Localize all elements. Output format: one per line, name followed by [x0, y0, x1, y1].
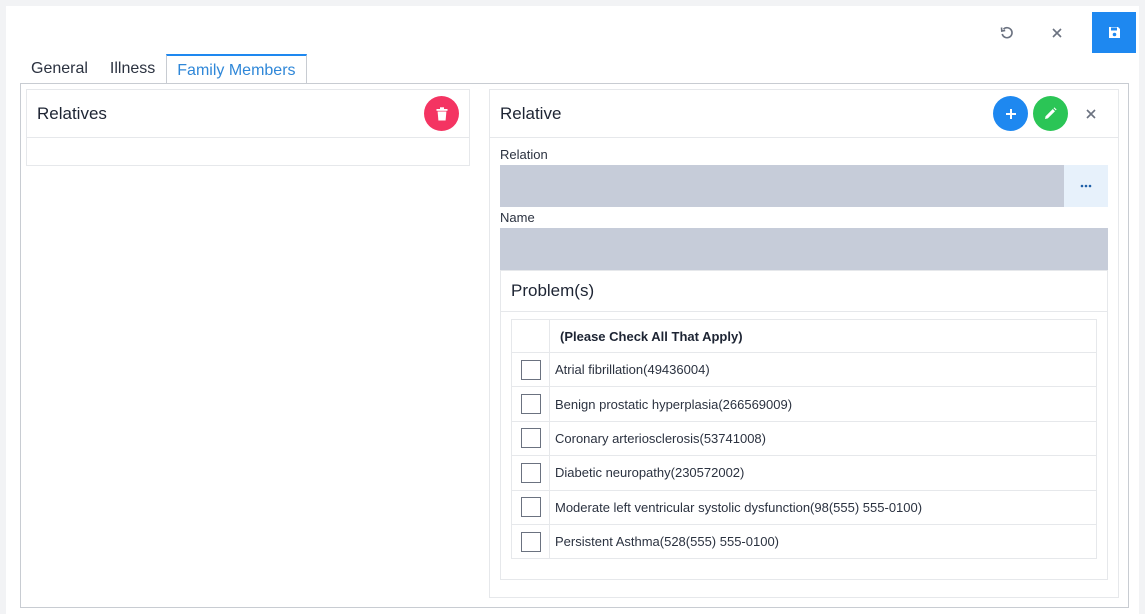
- problem-label: Benign prostatic hyperplasia(266569009): [549, 386, 1097, 422]
- trash-icon: [436, 106, 447, 120]
- problem-checkbox-diabetic-neuropathy[interactable]: [520, 462, 541, 483]
- undo-icon: [1000, 26, 1013, 39]
- name-input[interactable]: [500, 228, 1108, 270]
- close-relative-button[interactable]: [1073, 96, 1108, 131]
- relatives-title: Relatives: [27, 90, 469, 138]
- problems-panel: Problem(s) (Please Check All That Apply)…: [500, 270, 1108, 580]
- relatives-panel: Relatives: [26, 89, 470, 166]
- close-icon: [1085, 108, 1096, 119]
- undo-button[interactable]: [985, 12, 1029, 53]
- tab-general[interactable]: General: [20, 53, 99, 84]
- tab-family-members[interactable]: Family Members: [166, 54, 307, 85]
- problem-label: Persistent Asthma(528(555) 555-0100): [549, 523, 1097, 560]
- close-button[interactable]: [1035, 12, 1079, 53]
- checkbox-column-header: [511, 319, 550, 353]
- problem-label: Diabetic neuropathy(230572002): [549, 455, 1097, 491]
- problems-instruction: (Please Check All That Apply): [549, 319, 1097, 353]
- relation-input[interactable]: [500, 165, 1064, 207]
- plus-icon: [1005, 108, 1016, 119]
- problem-label: Atrial fibrillation(49436004): [549, 351, 1097, 388]
- tab-illness[interactable]: Illness: [99, 53, 166, 84]
- problem-label: Coronary arteriosclerosis(53741008): [549, 420, 1097, 457]
- problems-title: Problem(s): [501, 271, 1107, 312]
- form-window: General Illness Family Members Relatives…: [6, 6, 1139, 614]
- problems-table-header: (Please Check All That Apply): [511, 319, 1097, 353]
- problem-checkbox-atrial-fibrillation[interactable]: [520, 359, 541, 380]
- family-members-content: Relatives Relative Relation Name Problem…: [20, 83, 1129, 608]
- edit-relative-button[interactable]: [1033, 96, 1068, 131]
- problems-table: (Please Check All That Apply) Atrial fib…: [511, 319, 1097, 560]
- save-icon: [1108, 27, 1120, 38]
- tab-bar: General Illness Family Members: [20, 53, 307, 85]
- pencil-icon: [1045, 107, 1057, 119]
- relation-label: Relation: [500, 147, 548, 162]
- save-button[interactable]: [1092, 12, 1136, 53]
- table-row: Atrial fibrillation(49436004): [511, 351, 1097, 388]
- table-row: Benign prostatic hyperplasia(266569009): [511, 386, 1097, 422]
- table-row: Diabetic neuropathy(230572002): [511, 455, 1097, 491]
- ellipsis-icon: [1080, 184, 1092, 188]
- table-row: Moderate left ventricular systolic dysfu…: [511, 489, 1097, 525]
- relative-panel: Relative Relation Name Problem(s) (Pleas…: [489, 89, 1119, 598]
- close-icon: [1052, 27, 1062, 38]
- delete-relative-button[interactable]: [424, 96, 459, 131]
- table-row: Persistent Asthma(528(555) 555-0100): [511, 523, 1097, 560]
- problem-checkbox-coronary-arteriosclerosis[interactable]: [520, 428, 541, 449]
- problem-checkbox-benign-prostatic-hyperplasia[interactable]: [520, 394, 541, 415]
- problem-label: Moderate left ventricular systolic dysfu…: [549, 489, 1097, 525]
- relation-lookup-button[interactable]: [1064, 165, 1108, 207]
- problem-checkbox-lv-systolic-dysfunction[interactable]: [520, 497, 541, 518]
- problem-checkbox-persistent-asthma[interactable]: [520, 531, 541, 552]
- name-label: Name: [500, 210, 535, 225]
- add-relative-button[interactable]: [993, 96, 1028, 131]
- table-row: Coronary arteriosclerosis(53741008): [511, 420, 1097, 457]
